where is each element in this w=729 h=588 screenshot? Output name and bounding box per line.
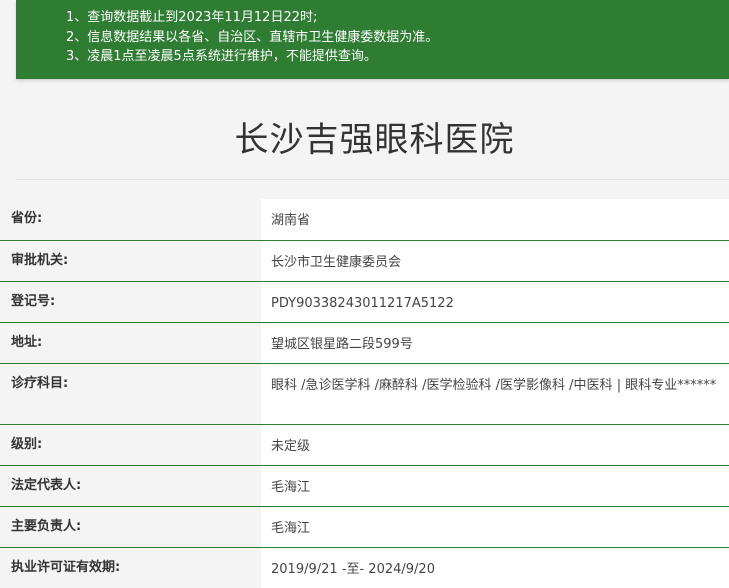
table-row: 审批机关: 长沙市卫生健康委员会 — [0, 240, 729, 282]
row-value: 望城区银星路二段599号 — [261, 322, 729, 364]
row-label: 审批机关: — [0, 240, 261, 282]
notice-line: 1、查询数据截止到2023年11月12日22时; — [66, 10, 318, 25]
row-label: 登记号: — [0, 281, 261, 323]
row-value: 未定级 — [261, 424, 729, 466]
row-value: 眼科 /急诊医学科 /麻醉科 /医学检验科 /医学影像科 /中医科 | 眼科专业… — [261, 363, 729, 425]
row-label: 地址: — [0, 322, 261, 364]
title-divider — [16, 179, 729, 180]
row-label: 诊疗科目: — [0, 363, 261, 425]
row-label: 级别: — [0, 424, 261, 466]
table-row: 省份: 湖南省 — [0, 199, 729, 241]
row-value: 长沙市卫生健康委员会 — [261, 240, 729, 282]
table-row: 执业许可证有效期: 2019/9/21 -至- 2024/9/20 — [0, 547, 729, 588]
row-value: PDY90338243011217A5122 — [261, 281, 729, 323]
table-row: 法定代表人: 毛海江 — [0, 465, 729, 507]
row-label: 执业许可证有效期: — [0, 547, 261, 588]
notice-banner: 1、查询数据截止到2023年11月12日22时; 2、信息数据结果以各省、自治区… — [16, 0, 729, 79]
hospital-info-table: 省份: 湖南省 审批机关: 长沙市卫生健康委员会 登记号: PDY9033824… — [0, 199, 729, 588]
row-value: 湖南省 — [261, 199, 729, 241]
table-row: 登记号: PDY90338243011217A5122 — [0, 281, 729, 323]
table-row: 主要负责人: 毛海江 — [0, 506, 729, 548]
row-label: 法定代表人: — [0, 465, 261, 507]
row-label: 主要负责人: — [0, 506, 261, 548]
row-value: 2019/9/21 -至- 2024/9/20 — [261, 547, 729, 588]
row-value: 毛海江 — [261, 465, 729, 507]
row-label: 省份: — [0, 199, 261, 241]
page-title: 长沙吉强眼科医院 — [234, 120, 515, 160]
notice-line: 3、凌晨1点至凌晨5点系统进行维护，不能提供查询。 — [66, 49, 377, 64]
table-row: 诊疗科目: 眼科 /急诊医学科 /麻醉科 /医学检验科 /医学影像科 /中医科 … — [0, 363, 729, 425]
notice-line: 2、信息数据结果以各省、自治区、直辖市卫生健康委数据为准。 — [66, 29, 439, 45]
row-value: 毛海江 — [261, 506, 729, 548]
table-row: 级别: 未定级 — [0, 424, 729, 466]
table-row: 地址: 望城区银星路二段599号 — [0, 322, 729, 364]
